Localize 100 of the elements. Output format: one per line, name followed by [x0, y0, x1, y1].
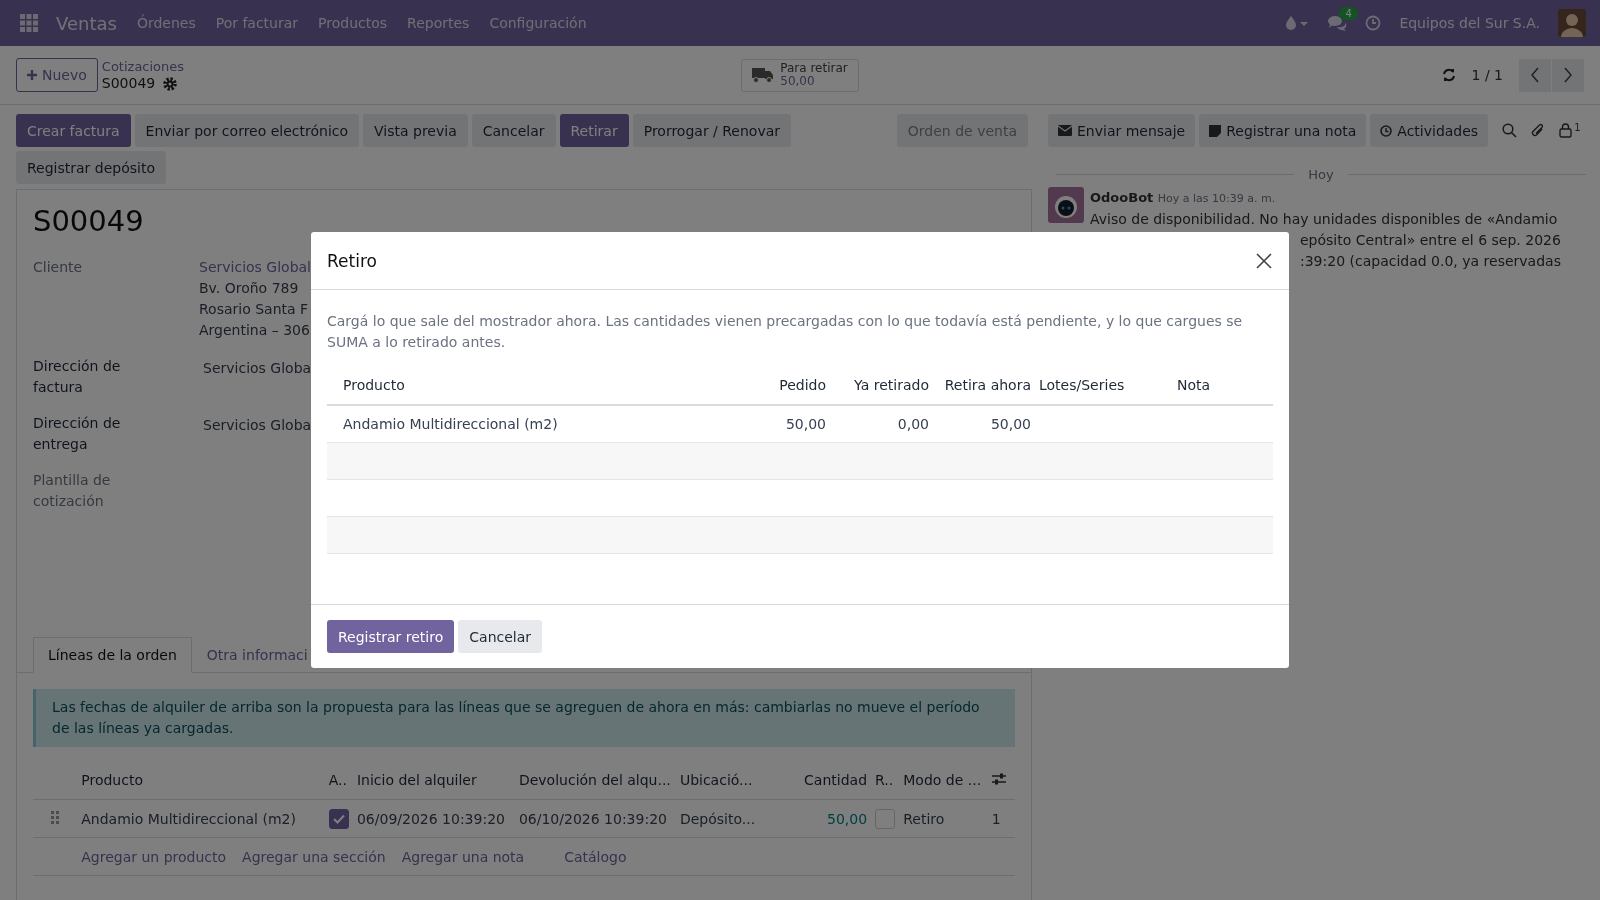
pager-value[interactable]: 1 / 1 [1471, 67, 1503, 83]
breadcrumb-link[interactable]: Cotizaciones [101, 58, 185, 75]
action-button[interactable]: Prorrogar / Renovar [632, 114, 792, 147]
dialog-button[interactable]: Registrar retiro [327, 620, 455, 653]
column-header: Retira ahora [933, 365, 1035, 405]
table-cell: 1 [991, 810, 1001, 827]
bot-avatar-icon [1048, 187, 1084, 223]
column-header[interactable]: Producto [77, 761, 325, 800]
table-cell: 0,00 [830, 405, 933, 442]
field-label: Plantilla de cotización [33, 471, 112, 511]
table-cell: Andamio Multidireccional (m2) [77, 799, 325, 838]
column-header: Ya retirado [830, 365, 933, 405]
chatter-button[interactable]: Actividades [1370, 114, 1489, 147]
check-icon [332, 813, 345, 824]
previous-button[interactable] [1519, 58, 1551, 92]
chatter-button[interactable]: Registrar una nota [1199, 114, 1367, 147]
dialog-title: Retiro [327, 250, 377, 271]
table-cell: Depósito... [675, 799, 785, 838]
envelope-icon [1058, 125, 1072, 136]
table-cell: 06/09/2026 10:39:20 [352, 799, 515, 838]
tab[interactable]: Líneas de la orden [33, 637, 192, 673]
table-cell: 50,00 [933, 405, 1035, 442]
follower-count: 1 [1574, 123, 1581, 133]
message-text: :39:20 (capacidad 0.0, ya reservadas [1300, 253, 1561, 269]
field-value: Rosario Santa F [199, 300, 309, 319]
add-line-link[interactable]: Catálogo [564, 848, 627, 865]
action-button[interactable]: Registrar depósito [16, 151, 166, 184]
column-header: Nota [1173, 365, 1273, 405]
column-header: Pedido [760, 365, 830, 405]
field-label: Cliente [33, 258, 84, 277]
paperclip-icon[interactable] [1531, 122, 1546, 139]
search-icon[interactable] [1502, 123, 1518, 138]
chevron-right-icon [1563, 67, 1573, 83]
action-button[interactable]: Retirar [559, 114, 629, 147]
customer-link[interactable]: Servicios Global [199, 257, 311, 278]
note-icon [1209, 124, 1222, 137]
table-cell: 06/10/2026 10:39:20 [514, 799, 676, 838]
table-cell: Retiro [899, 799, 988, 838]
add-line-link[interactable]: Agregar una nota [401, 848, 525, 865]
add-line-link[interactable]: Agregar una sección [242, 848, 386, 865]
refresh-icon[interactable] [1441, 68, 1456, 82]
column-header[interactable]: Ubicació... [675, 761, 785, 800]
apps-menu-icon[interactable] [20, 14, 38, 32]
menu-item[interactable]: Reportes [407, 15, 470, 31]
message-author: OdooBot [1090, 190, 1154, 205]
info-alert: Las fechas de alquiler de arriba son la propuesta para las líneas que se agreguen de ahora en más: cambiarlas no mueve el período de las líneas ya cargadas. [33, 689, 1015, 747]
field-value: Argentina – 306 [199, 321, 310, 340]
plus-icon [27, 70, 37, 80]
message-text: epósito Central» entre el 6 sep. 2026 [1300, 232, 1561, 248]
clock-icon[interactable] [1365, 15, 1382, 31]
field-value: Bv. Oroño 789 [199, 279, 299, 298]
column-header[interactable]: Inicio del alquiler [352, 761, 515, 800]
next-button[interactable] [1552, 58, 1584, 92]
column-header: Producto [327, 365, 760, 405]
menu-item[interactable]: Por facturar [215, 15, 299, 31]
column-header[interactable]: Modo de ... [899, 761, 988, 800]
company-name[interactable]: Equipos del Sur S.A. [1399, 15, 1540, 31]
action-button[interactable]: Cancelar [471, 114, 556, 147]
chevron-left-icon [1530, 67, 1540, 83]
column-header[interactable]: Cantidad [784, 761, 872, 800]
action-button[interactable]: Vista previa [363, 114, 468, 147]
truck-icon [752, 67, 775, 83]
app-name[interactable]: Ventas [56, 12, 117, 34]
message-count-badge: 4 [1339, 7, 1358, 20]
record-name: S00049 [101, 75, 156, 92]
chat-icon[interactable] [1327, 15, 1348, 31]
stat-button[interactable]: Para retirar 50,00 [741, 58, 859, 92]
follower-icon[interactable] [1559, 123, 1573, 138]
table-cell: Andamio Multidireccional (m2) [327, 405, 760, 442]
new-button[interactable]: Nuevo [16, 58, 98, 92]
column-header[interactable]: Devolución del alqu... [514, 761, 676, 800]
field-value: Servicios Globa [203, 359, 312, 378]
chatter-button[interactable]: Enviar mensaje [1048, 114, 1196, 147]
table-cell: 50,00 [784, 799, 872, 838]
add-line-link[interactable]: Agregar un producto [81, 848, 227, 865]
action-button[interactable]: Enviar por correo electrónico [134, 114, 360, 147]
table-cell: 50,00 [760, 405, 830, 442]
message-text: Aviso de disponibilidad. No hay unidades disponibles de «Andamio [1090, 211, 1558, 227]
drop-icon[interactable] [1285, 15, 1310, 31]
action-button[interactable]: Crear factura [16, 114, 131, 147]
column-header[interactable]: R.. [871, 761, 900, 800]
field-label: Dirección de factura [33, 357, 122, 397]
user-avatar-icon[interactable] [1558, 9, 1586, 37]
clock-icon [1380, 124, 1393, 137]
close-icon[interactable] [1256, 252, 1272, 269]
checkbox[interactable] [328, 808, 349, 829]
menu-item[interactable]: Configuración [489, 15, 587, 31]
drag-handle-icon[interactable] [51, 810, 60, 824]
field-label: Dirección de entrega [33, 414, 122, 454]
gear-icon[interactable] [163, 76, 178, 91]
menu-item[interactable]: Órdenes [136, 15, 196, 31]
column-header[interactable]: A.. [324, 761, 353, 800]
menu-item[interactable]: Productos [318, 15, 388, 31]
field-value: Servicios Globa [203, 416, 312, 435]
record-title: S00049 [33, 203, 145, 239]
dialog-button[interactable]: Cancelar [458, 620, 543, 653]
message-time: Hoy a las 10:39 a. m. [1157, 192, 1276, 205]
column-settings-icon[interactable] [991, 771, 1006, 786]
column-header: Lotes/Series [1035, 365, 1173, 405]
dialog-description: Cargá lo que sale del mostrador ahora. Las cantidades vienen precargadas con lo que todavía está pendiente, y lo que cargues se SUMA a lo retirado antes. [327, 312, 1244, 352]
